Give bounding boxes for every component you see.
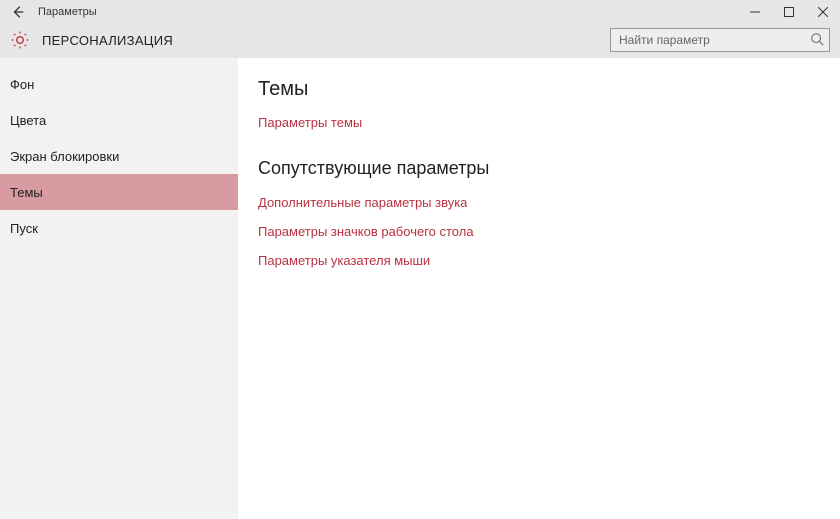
theme-settings-link[interactable]: Параметры темы	[258, 115, 840, 130]
desktop-icons-link[interactable]: Параметры значков рабочего стола	[258, 224, 840, 239]
window-controls	[738, 0, 840, 24]
sidebar-item-label: Цвета	[10, 113, 46, 128]
sidebar-item-start[interactable]: Пуск	[0, 210, 238, 246]
title-bar: Параметры	[0, 0, 840, 24]
settings-gear-icon	[10, 30, 30, 50]
back-button[interactable]	[10, 5, 26, 19]
sidebar-item-label: Пуск	[10, 221, 38, 236]
mouse-pointer-link[interactable]: Параметры указателя мыши	[258, 253, 840, 268]
related-heading: Сопутствующие параметры	[258, 158, 840, 179]
gear-icon	[10, 30, 30, 50]
minimize-icon	[750, 7, 760, 17]
header-bar: ПЕРСОНАЛИЗАЦИЯ	[0, 24, 840, 58]
search-input[interactable]	[610, 28, 830, 52]
page-heading: Темы	[258, 78, 840, 101]
arrow-left-icon	[11, 5, 25, 19]
sidebar-item-lockscreen[interactable]: Экран блокировки	[0, 138, 238, 174]
sidebar: Фон Цвета Экран блокировки Темы Пуск	[0, 58, 238, 519]
section-title: ПЕРСОНАЛИЗАЦИЯ	[42, 33, 173, 48]
sidebar-item-label: Экран блокировки	[10, 149, 119, 164]
maximize-icon	[784, 7, 794, 17]
content-pane: Темы Параметры темы Сопутствующие параме…	[238, 58, 840, 519]
sound-settings-link[interactable]: Дополнительные параметры звука	[258, 195, 840, 210]
sidebar-item-label: Фон	[10, 77, 34, 92]
sidebar-item-background[interactable]: Фон	[0, 66, 238, 102]
sidebar-item-label: Темы	[10, 185, 43, 200]
maximize-button[interactable]	[772, 0, 806, 24]
sidebar-item-themes[interactable]: Темы	[0, 174, 238, 210]
close-button[interactable]	[806, 0, 840, 24]
minimize-button[interactable]	[738, 0, 772, 24]
window-title: Параметры	[38, 6, 97, 18]
close-icon	[818, 7, 828, 17]
sidebar-item-colors[interactable]: Цвета	[0, 102, 238, 138]
